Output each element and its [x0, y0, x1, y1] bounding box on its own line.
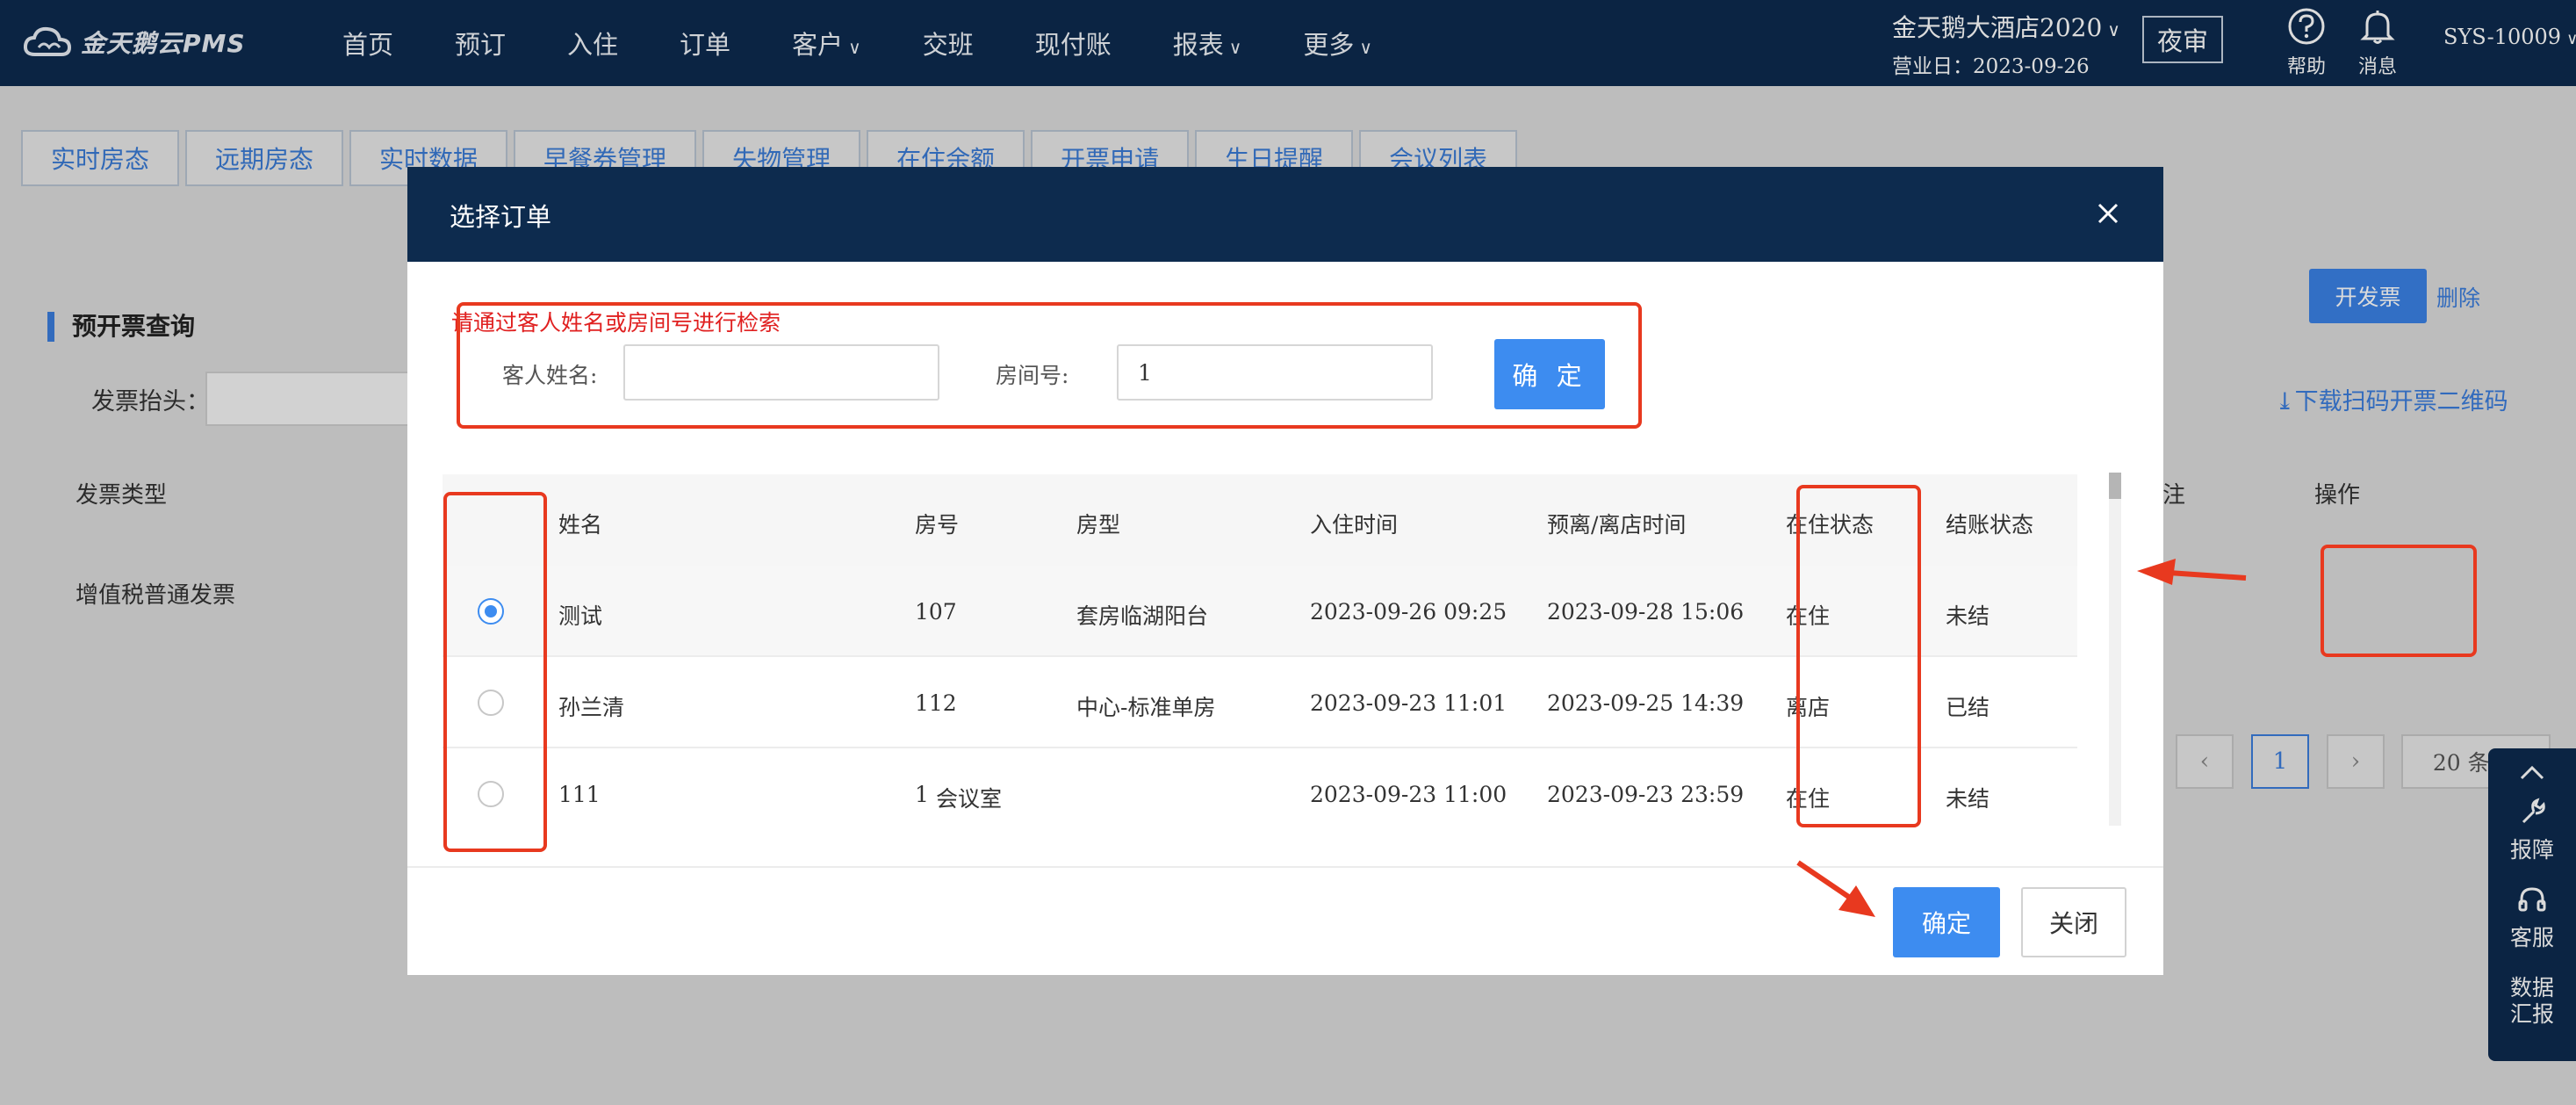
cell-name: 测试: [558, 603, 603, 629]
col-room-type: 房型: [1076, 512, 1121, 538]
cell-room: 112: [915, 690, 957, 716]
cell-name: 111: [558, 782, 601, 807]
annotation-search-box: [457, 302, 1642, 429]
cell-room: 107: [915, 599, 957, 625]
modal-header: 选择订单: [407, 167, 2163, 262]
cell-bill-status: 已结: [1946, 695, 1990, 720]
cell-checkin: 2023-09-23 11:01: [1310, 690, 1507, 716]
col-room: 房号: [915, 512, 960, 538]
cell-room-type: 中心-标准单房: [1076, 695, 1216, 720]
annotation-invoice-button: [2321, 545, 2477, 657]
cell-checkout: 2023-09-23 23:59: [1547, 782, 1745, 807]
modal-close-button[interactable]: [2086, 191, 2130, 235]
cell-checkin: 2023-09-23 11:00: [1310, 782, 1507, 807]
close-button[interactable]: 关闭: [2021, 887, 2126, 957]
annotation-stay-status-column: [1796, 485, 1921, 827]
col-bill-status: 结账状态: [1946, 512, 2034, 538]
footer-divider: [407, 866, 2163, 868]
table-scrollbar[interactable]: [2109, 473, 2121, 826]
close-icon: [2097, 203, 2119, 224]
cell-room-type: 会议室: [936, 786, 1003, 812]
annotation-arrow-down-right-icon: [1796, 860, 1875, 917]
col-name: 姓名: [558, 512, 603, 538]
cell-checkin: 2023-09-26 09:25: [1310, 599, 1507, 625]
cell-room-type: 套房临湖阳台: [1076, 603, 1209, 629]
col-checkin-time: 入住时间: [1310, 512, 1399, 538]
annotation-radio-column: [443, 492, 547, 852]
cell-checkout: 2023-09-25 14:39: [1547, 690, 1745, 716]
cell-bill-status: 未结: [1946, 786, 1990, 812]
cell-name: 孙兰清: [558, 695, 625, 720]
scrollbar-thumb[interactable]: [2109, 473, 2121, 499]
modal-title: 选择订单: [450, 202, 552, 232]
cell-bill-status: 未结: [1946, 603, 1990, 629]
col-checkout-time: 预离/离店时间: [1547, 512, 1687, 538]
ok-button[interactable]: 确定: [1893, 887, 2000, 957]
annotation-arrow-left-icon: [2137, 559, 2247, 585]
cell-checkout: 2023-09-28 15:06: [1547, 599, 1745, 625]
cell-room: 1: [915, 782, 929, 807]
